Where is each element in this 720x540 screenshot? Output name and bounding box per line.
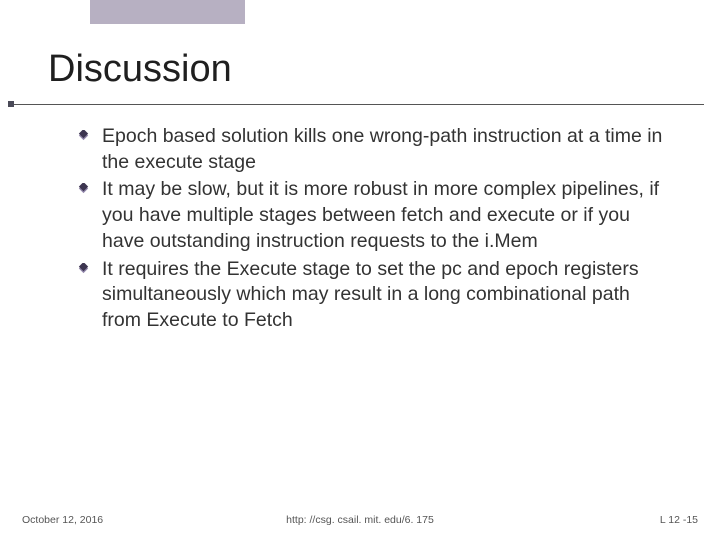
slide-footer: October 12, 2016 http: //csg. csail. mit… (0, 508, 720, 526)
bullet-text: It requires the Execute stage to set the… (102, 258, 639, 331)
list-item: It may be slow, but it is more robust in… (78, 177, 672, 254)
title-divider (14, 104, 704, 105)
list-item: Epoch based solution kills one wrong-pat… (78, 124, 672, 175)
diamond-bullet-icon (78, 130, 89, 141)
list-item: It requires the Execute stage to set the… (78, 257, 672, 334)
bullet-list: Epoch based solution kills one wrong-pat… (78, 124, 672, 336)
footer-slide-number: L 12 -15 (660, 514, 698, 526)
bullet-text: Epoch based solution kills one wrong-pat… (102, 125, 662, 173)
accent-block (90, 0, 245, 24)
bullet-text: It may be slow, but it is more robust in… (102, 178, 659, 251)
diamond-bullet-icon (78, 183, 89, 194)
slide-title: Discussion (48, 48, 232, 91)
footer-url: http: //csg. csail. mit. edu/6. 175 (0, 514, 720, 526)
diamond-bullet-icon (78, 263, 89, 274)
